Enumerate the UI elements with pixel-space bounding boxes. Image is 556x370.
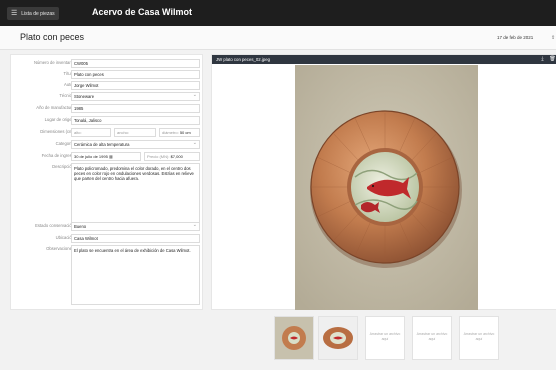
calendar-icon[interactable]: ▦ [109, 154, 113, 159]
price-label: Precio (MN): [147, 154, 170, 159]
height-field[interactable]: alto: [71, 128, 111, 137]
image-filename: JW plato con peces_02.jpeg [216, 57, 270, 62]
dropzone-text: Arrastrar un archivo aquí [369, 332, 401, 341]
inventory-field[interactable]: CW005 [71, 59, 200, 68]
thumbnail-plate-angle [319, 317, 357, 359]
piece-list-button[interactable]: ☰ Lista de piezas [7, 7, 59, 20]
top-bar: ☰ Lista de piezas Acervo de Casa Wilmot [0, 0, 556, 26]
author-field[interactable]: Jorge Wilmot [71, 81, 200, 90]
notes-label: Observaciones [46, 246, 74, 251]
diameter-field[interactable]: diámetro: 50 cm [159, 128, 200, 137]
origin-label: Lugar de origen [44, 117, 74, 122]
thumbnail-plate-front [275, 317, 313, 359]
entry-date-field[interactable]: 30 de julio de 1995 ▦ [71, 152, 141, 161]
description-textarea[interactable]: Plato policromado, predomina el color do… [71, 163, 200, 223]
app-title: Acervo de Casa Wilmot [92, 7, 192, 17]
piece-list-label: Lista de piezas [21, 10, 55, 17]
dimensions-label: Dimensiones (cm) [40, 129, 74, 134]
menu-icon: ☰ [11, 10, 18, 17]
download-icon[interactable]: ⤓ [539, 56, 546, 63]
entry-date-value: 30 de julio de 1995 [74, 154, 108, 159]
diameter-label: diámetro: [162, 130, 179, 135]
record-form: Número de inventario CW005 Título Plato … [10, 54, 203, 310]
record-date: 17 de feb de 2021 [497, 35, 534, 40]
thumbnail-1[interactable] [274, 316, 314, 360]
thumbnail-2[interactable] [318, 316, 358, 360]
condition-label: Estado conservación [35, 223, 74, 228]
category-select[interactable]: Cerámica de alta temperatura [71, 140, 200, 149]
price-value: $7,000 [170, 154, 183, 159]
entry-date-label: Fecha de ingreso [41, 153, 74, 158]
inventory-label: Número de inventario [33, 60, 74, 65]
origin-field[interactable]: Tonalá, Jalisco [71, 116, 200, 125]
artwork-photo [295, 65, 478, 310]
page-title: Plato con peces [20, 32, 85, 42]
title-field[interactable]: Plato con peces [71, 70, 200, 79]
image-viewer: JW plato con peces_02.jpeg ⤓ 🗑 [211, 54, 556, 310]
thumbnail-strip: Arrastrar un archivo aquí Arrastrar un a… [0, 316, 556, 362]
year-field[interactable]: 1985 [71, 104, 200, 113]
technique-select[interactable]: Stoneware [71, 92, 200, 101]
viewer-toolbar: JW plato con peces_02.jpeg ⤓ 🗑 [212, 55, 556, 64]
delete-icon[interactable]: 🗑 [549, 56, 556, 63]
width-label: ancho: [117, 130, 130, 135]
dropzone-text: Arrastrar un archivo aquí [416, 332, 448, 341]
thumbnail-dropzone-1[interactable]: Arrastrar un archivo aquí [365, 316, 405, 360]
notes-textarea[interactable]: El plato se encuentra en el área de exhi… [71, 245, 200, 305]
year-label: Año de manufactura [36, 105, 74, 110]
price-field[interactable]: Precio (MN): $7,000 [144, 152, 200, 161]
record-header: Plato con peces 17 de feb de 2021 ⇪ [0, 26, 556, 50]
condition-select[interactable]: Bueno [71, 222, 200, 231]
thumbnail-dropzone-3[interactable]: Arrastrar un archivo aquí [459, 316, 499, 360]
diameter-value: 50 cm [179, 130, 191, 135]
thumbnail-dropzone-2[interactable]: Arrastrar un archivo aquí [412, 316, 452, 360]
height-label: alto: [74, 130, 82, 135]
width-field[interactable]: ancho: [114, 128, 156, 137]
share-icon[interactable]: ⇪ [551, 35, 555, 41]
location-field[interactable]: Casa Wilmot [71, 234, 200, 243]
dropzone-text: Arrastrar un archivo aquí [463, 332, 495, 341]
plate-image [295, 65, 478, 310]
